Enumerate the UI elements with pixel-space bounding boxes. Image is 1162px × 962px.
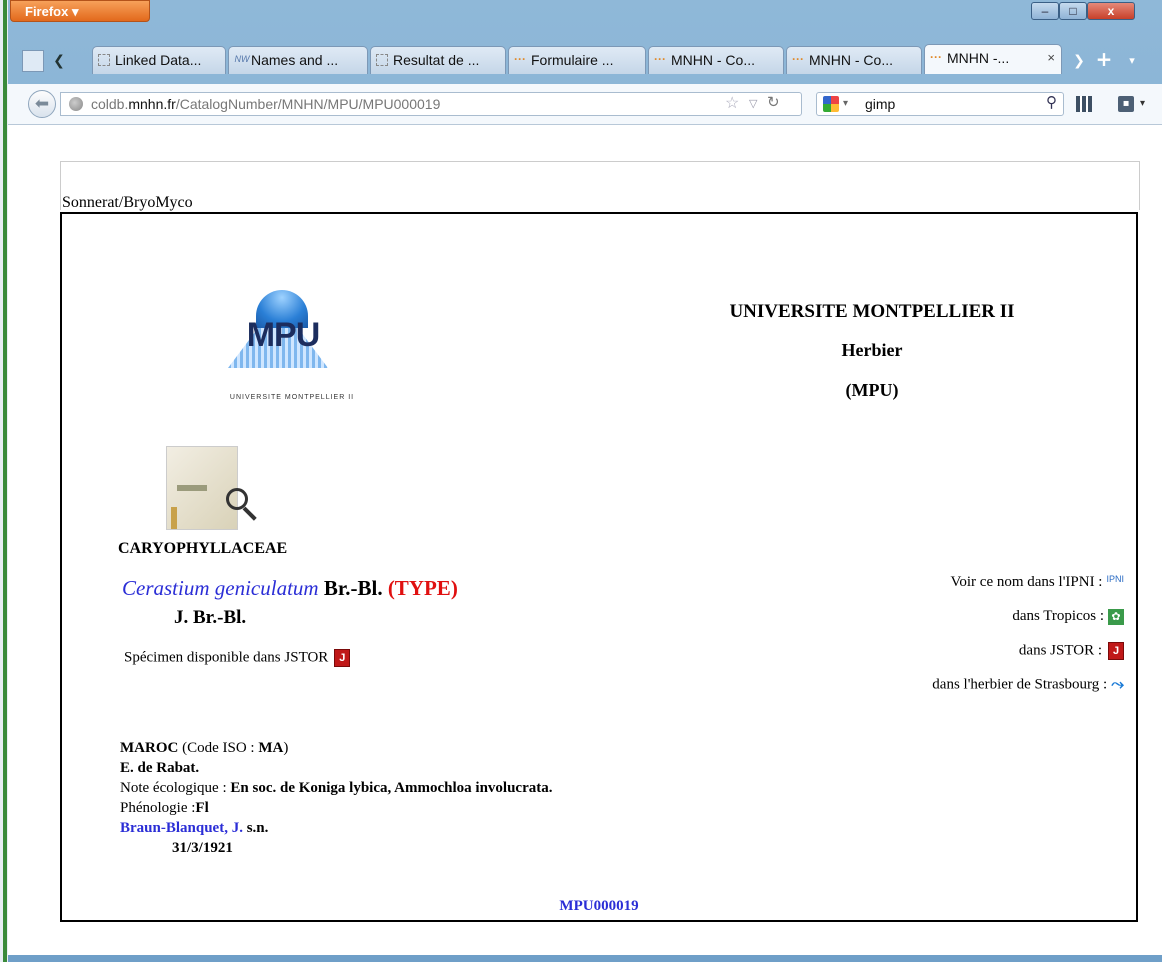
globe-icon bbox=[69, 97, 83, 111]
addon-dropdown-icon[interactable]: ▾ bbox=[1140, 98, 1145, 109]
tab-list-chevron-icon[interactable]: ▾ bbox=[1122, 50, 1142, 72]
bookmarks-icon[interactable] bbox=[1076, 96, 1092, 112]
country-line: MAROC (Code ISO : MA) bbox=[120, 740, 289, 756]
header-frame bbox=[60, 161, 1140, 210]
specimen-card: MPU UNIVERSITE MONTPELLIER II UNIVERSITE… bbox=[60, 212, 1138, 922]
search-engine-dropdown-icon[interactable]: ▾ bbox=[843, 93, 848, 115]
page-icon bbox=[98, 54, 110, 66]
firefox-menu-button[interactable]: Firefox ▾ bbox=[10, 0, 150, 22]
maximize-button[interactable]: □ bbox=[1059, 2, 1087, 20]
taxon-author: Br.-Bl. bbox=[323, 576, 383, 600]
magnifier-handle bbox=[242, 506, 257, 521]
dots-icon: ··· bbox=[514, 52, 526, 66]
tropicos-icon[interactable]: ✿ bbox=[1108, 608, 1124, 625]
tab-scroll-right-icon[interactable]: ❯ bbox=[1070, 50, 1088, 72]
dots-icon: ··· bbox=[654, 52, 666, 66]
tab-resultat[interactable]: Resultat de ... bbox=[370, 46, 506, 74]
determiner: J. Br.-Bl. bbox=[174, 607, 247, 628]
title-bar: Firefox ▾ – □ x bbox=[8, 0, 1162, 36]
strasbourg-icon[interactable]: ⤳ bbox=[1111, 676, 1124, 694]
tab-mnhn-1[interactable]: ··· MNHN - Co... bbox=[648, 46, 784, 74]
search-icon[interactable]: ⚲ bbox=[1046, 92, 1057, 114]
ipni-link-row: Voir ce nom dans l'IPNI : IPNI bbox=[950, 574, 1124, 590]
page-content: Sonnerat/BryoMyco MPU UNIVERSITE MONTPEL… bbox=[8, 125, 1162, 955]
logo-subtitle: UNIVERSITE MONTPELLIER II bbox=[229, 394, 355, 401]
navigation-bar: ⬅ coldb.mnhn.fr/CatalogNumber/MNHN/MPU/M… bbox=[8, 84, 1162, 125]
jstor-availability: Spécimen disponible dans JSTOR J bbox=[124, 649, 351, 667]
minimize-button[interactable]: – bbox=[1031, 2, 1059, 20]
tab-linked-data[interactable]: Linked Data... bbox=[92, 46, 226, 74]
dots-icon: ··· bbox=[792, 52, 804, 66]
nw-icon: NW bbox=[234, 54, 250, 64]
specimen-details: MAROC (Code ISO : MA) E. de Rabat. Note … bbox=[120, 738, 553, 858]
close-window-button[interactable]: x bbox=[1087, 2, 1135, 20]
search-bar[interactable]: ▾ gimp ⚲ bbox=[816, 92, 1064, 116]
taxon-line: Cerastium geniculatum Br.-Bl. (TYPE) bbox=[122, 576, 458, 601]
jstor-icon[interactable]: J bbox=[1108, 642, 1124, 660]
tab-formulaire[interactable]: ··· Formulaire ... bbox=[508, 46, 646, 74]
jstor-icon[interactable]: J bbox=[334, 649, 351, 667]
type-status: (TYPE) bbox=[387, 576, 458, 600]
back-button[interactable]: ⬅ bbox=[28, 90, 56, 118]
tab-names-and[interactable]: NW Names and ... bbox=[228, 46, 368, 74]
tab-mnhn-active[interactable]: ··· MNHN -... × bbox=[924, 44, 1062, 74]
close-tab-icon[interactable]: × bbox=[1047, 45, 1055, 71]
page-icon bbox=[376, 54, 388, 66]
collector-link[interactable]: Braun-Blanquet, J. bbox=[120, 820, 243, 836]
ecology-line: Note écologique : En soc. de Koniga lybi… bbox=[120, 780, 553, 796]
family-name: CARYOPHYLLACEAE bbox=[118, 540, 288, 557]
addon-icon[interactable]: ▪ bbox=[1118, 96, 1134, 112]
catalog-number-link[interactable]: MPU000019 bbox=[62, 898, 1136, 915]
ipni-icon[interactable]: IPNI bbox=[1106, 574, 1124, 584]
locality: E. de Rabat. bbox=[120, 760, 200, 776]
reload-icon[interactable]: ↻ bbox=[767, 92, 780, 114]
tropicos-link-row: dans Tropicos : ✿ bbox=[932, 608, 1124, 642]
url-bar[interactable]: coldb.mnhn.fr/CatalogNumber/MNHN/MPU/MPU… bbox=[60, 92, 802, 116]
url-history-dropdown-icon[interactable]: ▽ bbox=[749, 93, 757, 115]
tab-mnhn-2[interactable]: ··· MNHN - Co... bbox=[786, 46, 922, 74]
jstor-link-row: dans JSTOR :J bbox=[932, 642, 1124, 676]
google-icon[interactable] bbox=[823, 96, 839, 112]
tab-bar: Linked Data... NW Names and ... Resultat … bbox=[0, 44, 1154, 74]
dots-icon: ··· bbox=[930, 50, 942, 64]
collector-line: Braun-Blanquet, J. s.n. bbox=[120, 820, 269, 836]
strasbourg-link-row: dans l'herbier de Strasbourg : ⤳ bbox=[932, 676, 1124, 694]
specimen-thumbnail[interactable] bbox=[166, 446, 238, 530]
bookmark-star-icon[interactable]: ☆ bbox=[725, 93, 739, 115]
institution-code: (MPU) bbox=[845, 380, 899, 400]
taxon-name-link[interactable]: Cerastium geniculatum bbox=[122, 576, 319, 600]
institution-title: UNIVERSITE MONTPELLIER II bbox=[729, 301, 1015, 322]
logo-text: MPU bbox=[246, 316, 321, 354]
external-links: Voir ce nom dans l'IPNI : IPNI dans Tropi… bbox=[932, 574, 1124, 710]
collection-label: Sonnerat/BryoMyco bbox=[62, 194, 193, 211]
phenology-line: Phénologie :Fl bbox=[120, 800, 209, 816]
institution-subtitle: Herbier bbox=[841, 340, 903, 360]
window-left-edge bbox=[0, 0, 8, 962]
mpu-logo: MPU UNIVERSITE MONTPELLIER II bbox=[202, 290, 382, 410]
collection-date: 31/3/1921 bbox=[172, 840, 233, 856]
new-tab-button[interactable]: + bbox=[1092, 48, 1116, 72]
